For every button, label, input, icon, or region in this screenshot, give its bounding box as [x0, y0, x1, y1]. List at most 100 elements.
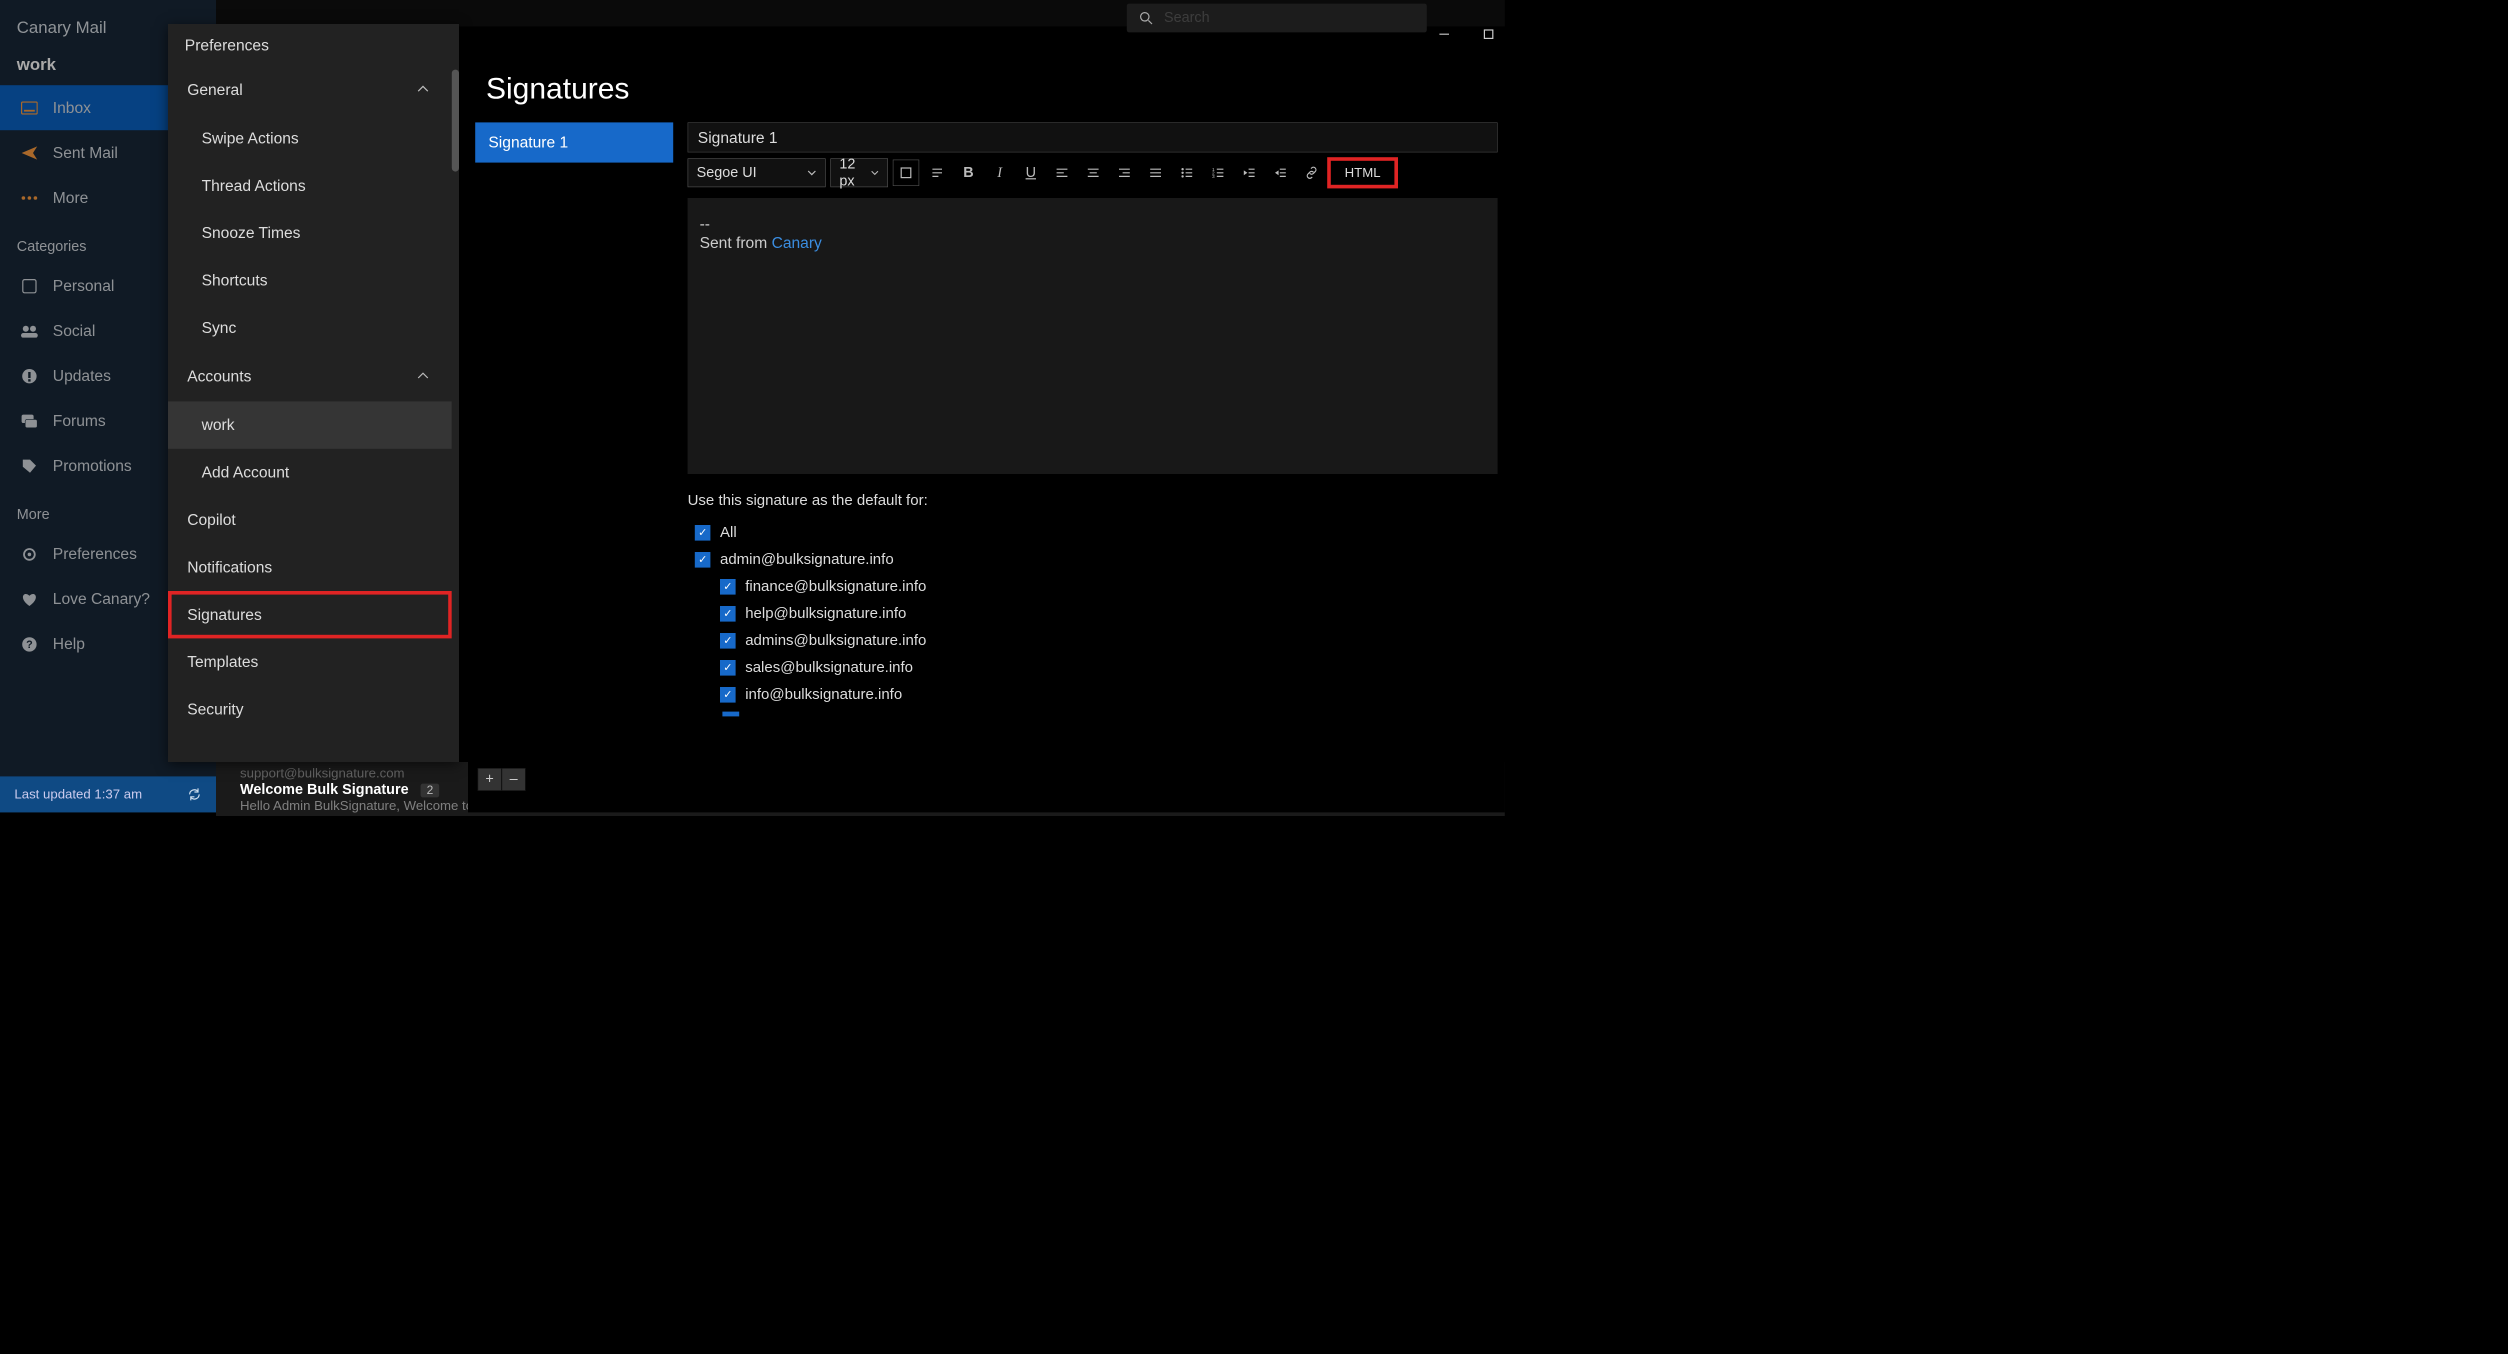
- default-item-admins[interactable]: ✓admins@bulksignature.info: [688, 627, 1498, 654]
- defaults-heading: Use this signature as the default for:: [688, 492, 1498, 509]
- gear-icon: [20, 545, 38, 563]
- status-bar: Last updated 1:37 am: [0, 776, 216, 812]
- sidebar-item-label: Forums: [53, 412, 106, 431]
- default-item-finance[interactable]: ✓ finance@bulksignature.info: [688, 573, 1498, 600]
- sync-icon[interactable]: [187, 787, 201, 801]
- checkbox-icon[interactable]: ✓: [720, 579, 736, 595]
- sidebar-item-label: Help: [53, 635, 85, 654]
- social-icon: [20, 322, 38, 340]
- chevron-down-icon: [807, 168, 817, 178]
- search-input[interactable]: Search: [1127, 4, 1427, 33]
- sidebar-item-label: Social: [53, 322, 95, 341]
- align-right-button[interactable]: [1111, 160, 1137, 186]
- scrollbar[interactable]: [452, 70, 459, 172]
- signature-name-input[interactable]: [688, 122, 1498, 152]
- add-signature-button[interactable]: +: [478, 768, 502, 791]
- pref-item-security[interactable]: Security: [168, 686, 452, 733]
- dots-icon: [20, 189, 38, 207]
- sidebar-item-label: Promotions: [53, 457, 132, 476]
- pref-item-thread-actions[interactable]: Thread Actions: [168, 162, 452, 209]
- signature-textarea[interactable]: -- Sent from Canary: [688, 198, 1498, 474]
- outdent-button[interactable]: [1236, 160, 1262, 186]
- svg-text:3: 3: [1212, 174, 1215, 179]
- default-item-help[interactable]: ✓ help@bulksignature.info: [688, 600, 1498, 627]
- pref-item-notifications[interactable]: Notifications: [168, 544, 452, 591]
- pref-group-label: Accounts: [187, 367, 251, 386]
- sidebar-item-label: Sent Mail: [53, 143, 118, 162]
- font-select[interactable]: Segoe UI: [688, 158, 826, 187]
- bullet-list-button[interactable]: [1174, 160, 1200, 186]
- pref-item-signatures[interactable]: Signatures: [168, 591, 452, 638]
- default-item-all[interactable]: ✓All: [688, 519, 1498, 546]
- italic-button[interactable]: I: [986, 160, 1012, 186]
- default-label: sales@bulksignature.info: [745, 659, 913, 676]
- bg-mail-subject: Welcome Bulk Signature: [240, 781, 409, 797]
- default-item-info[interactable]: ✓ info@bulksignature.info: [688, 681, 1498, 708]
- pref-item-add-account[interactable]: Add Account: [168, 449, 452, 496]
- preferences-title: Preferences: [168, 24, 459, 67]
- clear-format-button[interactable]: [924, 160, 950, 186]
- promotions-icon: [20, 457, 38, 475]
- align-justify-button[interactable]: [1142, 160, 1168, 186]
- pref-item-swipe-actions[interactable]: Swipe Actions: [168, 115, 452, 162]
- default-item-sales[interactable]: ✓ sales@bulksignature.info: [688, 654, 1498, 681]
- remove-signature-button[interactable]: –: [502, 768, 526, 791]
- default-item-admin[interactable]: ✓admin@bulksignature.info: [688, 546, 1498, 573]
- default-label: help@bulksignature.info: [745, 605, 906, 622]
- sidebar-item-label: Personal: [53, 277, 115, 296]
- sidebar-item-label: Love Canary?: [53, 590, 150, 609]
- pref-item-sync[interactable]: Sync: [168, 304, 452, 351]
- pref-item-copilot[interactable]: Copilot: [168, 496, 452, 543]
- sidebar-item-label: Inbox: [53, 98, 91, 117]
- align-center-button[interactable]: [1080, 160, 1106, 186]
- chevron-down-icon: [871, 169, 879, 177]
- window-controls: [1434, 24, 1499, 44]
- indent-button[interactable]: [1267, 160, 1293, 186]
- checkbox-icon[interactable]: ✓: [695, 525, 711, 541]
- status-text: Last updated 1:37 am: [14, 787, 142, 803]
- link-button[interactable]: [1298, 160, 1324, 186]
- color-button[interactable]: [893, 160, 919, 186]
- chevron-up-icon: [416, 81, 433, 98]
- align-left-button[interactable]: [1049, 160, 1075, 186]
- editor-toolbar: Segoe UI 12 px B I U 123: [688, 158, 1498, 187]
- maximize-button[interactable]: [1478, 24, 1498, 44]
- bold-button[interactable]: B: [955, 160, 981, 186]
- default-label: finance@bulksignature.info: [745, 578, 926, 595]
- sent-icon: [20, 144, 38, 162]
- pref-item-snooze-times[interactable]: Snooze Times: [168, 209, 452, 256]
- bg-mail-badge: 2: [421, 784, 440, 798]
- checkbox-icon[interactable]: ✓: [720, 687, 736, 703]
- underline-button[interactable]: U: [1018, 160, 1044, 186]
- pref-group-label: General: [187, 80, 243, 99]
- search-icon: [1139, 11, 1153, 25]
- sig-body-line1: --: [700, 215, 1486, 234]
- heart-icon: [20, 590, 38, 608]
- help-icon: ?: [20, 635, 38, 653]
- pref-group-general[interactable]: General: [168, 65, 452, 115]
- canary-link[interactable]: Canary: [772, 233, 822, 251]
- signature-list-item[interactable]: Signature 1: [475, 122, 673, 162]
- checkbox-icon[interactable]: ✓: [720, 633, 736, 649]
- font-size-value: 12 px: [839, 156, 862, 190]
- pref-item-account-work[interactable]: work: [168, 401, 452, 448]
- number-list-button[interactable]: 123: [1205, 160, 1231, 186]
- inbox-icon: [20, 99, 38, 117]
- checkbox-icon[interactable]: ✓: [720, 660, 736, 676]
- font-size-select[interactable]: 12 px: [830, 158, 888, 187]
- updates-icon: [20, 367, 38, 385]
- signature-list: Signature 1: [475, 122, 673, 716]
- forums-icon: [20, 412, 38, 430]
- pref-item-templates[interactable]: Templates: [168, 638, 452, 685]
- page-title: Signatures: [468, 48, 1505, 122]
- checkbox-icon[interactable]: ✓: [695, 552, 711, 568]
- sig-body-line2: Sent from Canary: [700, 233, 1486, 252]
- pref-item-shortcuts[interactable]: Shortcuts: [168, 257, 452, 304]
- checkbox-icon[interactable]: ✓: [720, 606, 736, 622]
- html-button[interactable]: HTML: [1330, 160, 1396, 186]
- pref-group-accounts[interactable]: Accounts: [168, 352, 452, 402]
- signature-add-remove: + –: [478, 768, 526, 791]
- default-label: info@bulksignature.info: [745, 686, 902, 703]
- minimize-button[interactable]: [1434, 24, 1454, 44]
- personal-icon: [20, 277, 38, 295]
